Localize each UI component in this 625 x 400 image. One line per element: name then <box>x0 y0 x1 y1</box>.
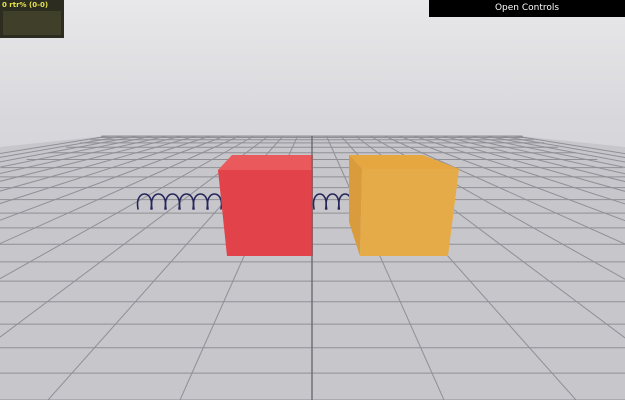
yellow-box-front <box>360 169 459 256</box>
performance-stats-panel[interactable]: 0 rtr% (0-0) <box>0 0 64 38</box>
fps-readout: 0 rtr% (0-0) <box>2 1 49 9</box>
red-box-top <box>218 155 313 170</box>
yellow-box[interactable] <box>349 155 459 256</box>
3d-viewport[interactable] <box>0 0 625 400</box>
scene-canvas[interactable] <box>0 0 625 400</box>
open-controls-button[interactable]: Open Controls <box>429 0 625 17</box>
red-box-front <box>218 170 313 256</box>
fps-graph <box>3 11 61 35</box>
red-box[interactable] <box>218 155 313 256</box>
